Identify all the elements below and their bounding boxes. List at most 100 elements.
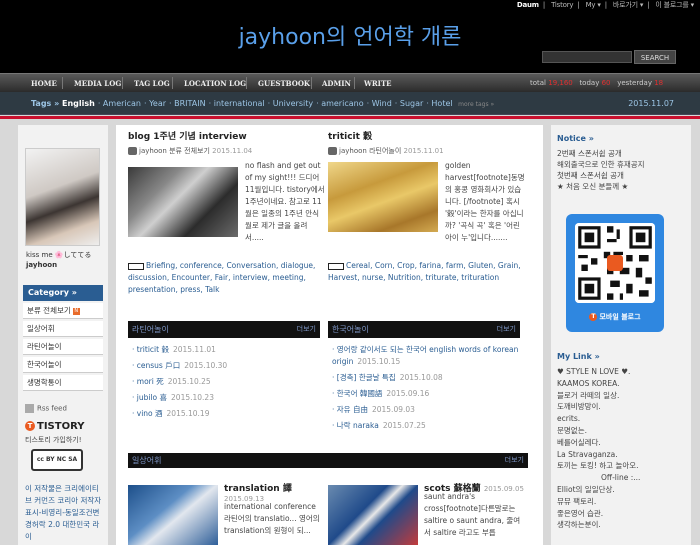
link-item[interactable]: 좋은영어 습관. xyxy=(557,508,687,520)
list-item[interactable]: · [경축] 한글날 특집 2015.10.08 xyxy=(328,372,520,384)
goto-menu[interactable]: 바로가기 ▾ xyxy=(613,1,644,9)
nav-divider xyxy=(62,77,63,89)
notice-item[interactable]: 해외출국으로 인한 휴재공지 xyxy=(557,159,687,170)
nav-divider xyxy=(246,77,247,89)
post-thumbnail[interactable] xyxy=(328,162,438,232)
left-sidebar: kiss me 🌸しててる jayhoon Category » 분류 전체보기… xyxy=(18,125,108,545)
header: Daum | Tistory | My ▾ | 바로가기 ▾ | 이 블로그를 ▾ ja… xyxy=(0,0,700,73)
list-item[interactable]: · mori 死 2015.10.25 xyxy=(128,374,320,390)
more-link[interactable]: 더보기 xyxy=(505,453,524,468)
link-item[interactable]: 베를어실레다. xyxy=(557,437,687,449)
link-item[interactable]: Off-line :... xyxy=(557,472,687,484)
category-item-bio[interactable]: 생명학통이 xyxy=(23,375,103,391)
category-label: 분류 전체보기 xyxy=(27,306,71,315)
author-icon xyxy=(128,147,137,155)
box-heading: 한국어놀이 더보기 xyxy=(328,321,520,338)
tag-link[interactable]: Wind xyxy=(372,99,392,108)
notice-list: 2번째 스폰서쉽 공개 해외출국으로 인한 휴재공지 첫번째 스폰서쉽 공개 ★… xyxy=(557,148,687,192)
tistory-join-link[interactable]: 티스토리 가입하기! xyxy=(25,435,82,445)
link-item[interactable]: KAAMOS KOREA. xyxy=(557,378,687,390)
notice-item[interactable]: 2번째 스폰서쉽 공개 xyxy=(557,148,687,159)
post-title[interactable]: translation 譯 xyxy=(224,481,292,494)
nav-tag-log[interactable]: TAG LOG xyxy=(134,79,170,88)
profile-caption: kiss me 🌸しててる xyxy=(26,251,92,259)
tistory-link[interactable]: Tistory xyxy=(551,1,574,9)
tistory-logo[interactable]: T TISTORY xyxy=(25,421,84,432)
nav-home[interactable]: HOME xyxy=(31,79,57,88)
post-tags: Briefing, conference, Conversation, dial… xyxy=(128,261,316,294)
more-tags-link[interactable]: more tags » xyxy=(458,101,494,108)
list-item[interactable]: · jubilo 喜 2015.10.23 xyxy=(128,390,320,406)
post-thumbnail[interactable] xyxy=(328,485,418,545)
more-link[interactable]: 더보기 xyxy=(297,321,316,338)
tag-link[interactable]: international xyxy=(214,99,265,108)
nav-divider xyxy=(311,77,312,89)
author-icon xyxy=(328,147,337,155)
link-item[interactable]: 문명없는. xyxy=(557,425,687,437)
category-item-korean[interactable]: 한국어놀이 xyxy=(23,357,103,373)
rss-link[interactable]: Rss feed xyxy=(25,404,67,413)
link-item[interactable]: 블로거 라떼의 일상. xyxy=(557,390,687,402)
search-input[interactable] xyxy=(542,51,632,63)
category-item-latin[interactable]: 라틴어놀이 xyxy=(23,339,103,355)
tag-link[interactable]: Sugar xyxy=(400,99,423,108)
notice-item[interactable]: ★ 처음 오신 분들께 ★ xyxy=(557,181,687,192)
profile-photo[interactable] xyxy=(25,148,100,246)
post-title[interactable]: blog 1주년 기념 interview xyxy=(128,129,324,142)
box-heading: 라틴어놀이 더보기 xyxy=(128,321,320,338)
utility-menu: Daum | Tistory | My ▾ | 바로가기 ▾ | 이 블로그를 ▾ xyxy=(516,1,694,9)
more-link[interactable]: 더보기 xyxy=(497,321,516,338)
tag-icon xyxy=(328,262,344,270)
list-item[interactable]: · triticit 穀 2015.11.01 xyxy=(128,342,320,358)
post-excerpt: golden harvest[footnote]동명의 홍콩 영화회사가 있습니… xyxy=(445,161,525,242)
my-menu[interactable]: My ▾ xyxy=(586,1,601,9)
nav-write[interactable]: WRITE xyxy=(364,79,392,88)
post-title[interactable]: triticit 穀 xyxy=(328,129,524,142)
mylink-heading: My Link » xyxy=(557,352,600,361)
license-text: 이 저작물은 크리에이티브 커먼즈 코리아 저작자표시-비영리-동일조건변경허락… xyxy=(25,484,102,541)
post-excerpt: saunt andra's cross[footnote]다른말로는 salti… xyxy=(424,492,521,537)
link-item[interactable]: Elliot의 일일단상. xyxy=(557,484,687,496)
daum-link[interactable]: Daum xyxy=(517,1,539,9)
notice-heading: Notice » xyxy=(557,134,594,143)
list-item[interactable]: · census 戶口 2015.10.30 xyxy=(128,358,320,374)
category-item-all[interactable]: 분류 전체보기 N xyxy=(23,303,103,319)
mobile-blog-qr[interactable]: T 모바일 블로그 xyxy=(566,214,664,332)
tag-link[interactable]: University xyxy=(273,99,313,108)
tag-link[interactable]: Hotel xyxy=(431,99,452,108)
nav-location-log[interactable]: LOCATION LOG xyxy=(184,79,246,88)
current-date: 2015.11.07 xyxy=(628,99,674,108)
tag-link[interactable]: Year xyxy=(149,99,166,108)
link-item[interactable]: 토끼는 토킹! 하고 놀아오. xyxy=(557,460,687,472)
list-item[interactable]: · 자유 自由 2015.09.03 xyxy=(328,404,520,416)
post-thumbnail[interactable] xyxy=(128,167,238,237)
nav-media-log[interactable]: MEDIA LOG xyxy=(74,79,121,88)
tag-link[interactable]: English xyxy=(62,99,95,108)
tag-link[interactable]: BRITAIN xyxy=(174,99,206,108)
list-item[interactable]: · 나락 naraka 2015.07.25 xyxy=(328,420,520,432)
cc-license-badge[interactable]: cc BY NC SA xyxy=(31,449,83,471)
tag-link[interactable]: americano xyxy=(321,99,363,108)
nav-guestbook[interactable]: GUESTBOOK xyxy=(258,79,310,88)
link-item[interactable]: ecrits. xyxy=(557,413,687,425)
nav-divider xyxy=(354,77,355,89)
list-item[interactable]: · 한국어 韓國語 2015.09.16 xyxy=(328,388,520,400)
link-item[interactable]: 도깨비방망이. xyxy=(557,401,687,413)
category-item-daily[interactable]: 일상어휘 xyxy=(23,321,103,337)
nav-admin[interactable]: ADMIN xyxy=(322,79,351,88)
search-button[interactable]: SEARCH xyxy=(634,50,676,64)
link-item[interactable]: La Stravaganza. xyxy=(557,449,687,461)
link-item[interactable]: ♥ STYLE N LOVE ♥. xyxy=(557,366,687,378)
notice-item[interactable]: 첫번째 스폰서쉽 공개 xyxy=(557,170,687,181)
blog-title[interactable]: jayhoon의 언어학 개론 xyxy=(0,19,700,51)
list-item[interactable]: · 영어랑 같이서도 되는 한국어 english words of korea… xyxy=(328,344,520,368)
tags-label: Tags » · xyxy=(31,99,66,108)
rss-icon xyxy=(25,404,34,413)
tag-link[interactable]: American xyxy=(103,99,141,108)
link-item[interactable]: 뮤뮤 팩토리. xyxy=(557,496,687,508)
post-thumbnail[interactable] xyxy=(128,485,218,545)
link-item[interactable]: 생각하는분이. xyxy=(557,519,687,531)
blog-menu[interactable]: 이 블로그를 ▾ xyxy=(655,1,694,9)
post-tags: Cereal, Corn, Crop, farina, farm, Gluten… xyxy=(328,261,521,282)
list-item[interactable]: · vino 酒 2015.10.19 xyxy=(128,406,320,422)
